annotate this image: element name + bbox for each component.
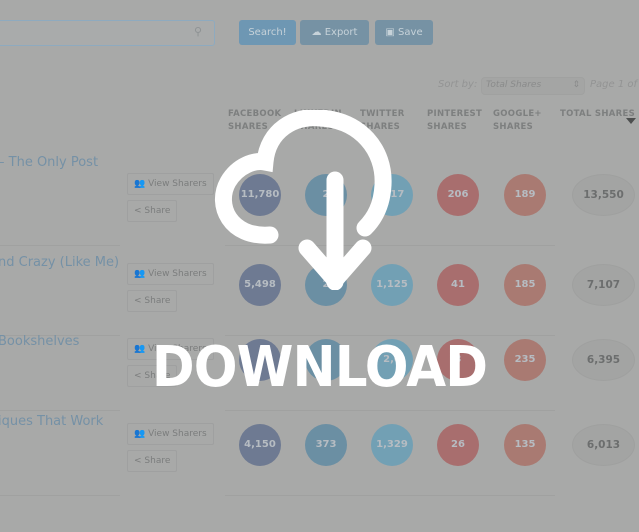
cloud-icon: ☁ bbox=[311, 27, 322, 38]
select-arrows-icon: ⇕ bbox=[572, 80, 580, 90]
total-shares-count: 6,013 bbox=[572, 424, 635, 466]
google-shares-count: 135 bbox=[504, 424, 546, 466]
users-icon: 👥 bbox=[134, 429, 146, 439]
save-button[interactable]: ▣ Save bbox=[375, 20, 433, 45]
column-header[interactable]: TOTAL SHARES bbox=[560, 108, 635, 121]
share-icon: < bbox=[134, 456, 142, 466]
cloud-download-icon[interactable] bbox=[210, 110, 430, 290]
post-title-link[interactable]: iques That Work bbox=[0, 414, 103, 429]
share-button[interactable]: < Share bbox=[127, 290, 178, 312]
floppy-icon: ▣ bbox=[385, 27, 395, 38]
sort-select[interactable]: Total Shares ⇕ bbox=[481, 77, 585, 95]
share-icon: < bbox=[134, 206, 142, 216]
save-label: Save bbox=[398, 27, 423, 38]
share-button[interactable]: < Share bbox=[127, 450, 178, 472]
search-input[interactable]: ⚲ bbox=[0, 20, 215, 46]
view-sharers-label: View Sharers bbox=[148, 429, 207, 439]
row-divider bbox=[225, 495, 555, 496]
row-divider bbox=[0, 410, 120, 411]
view-sharers-label: View Sharers bbox=[148, 179, 207, 189]
row-divider bbox=[225, 410, 555, 411]
twitter-shares-count: 1,329 bbox=[371, 424, 413, 466]
users-icon: 👥 bbox=[134, 269, 146, 279]
export-button[interactable]: ☁ Export bbox=[300, 20, 369, 45]
sort-selected: Total Shares bbox=[486, 80, 542, 90]
pinterest-shares-count: 26 bbox=[437, 424, 479, 466]
post-title-link[interactable]: nd Crazy (Like Me) bbox=[0, 255, 119, 270]
download-label[interactable]: DOWNLOAD bbox=[26, 335, 614, 400]
pinterest-shares-count: 41 bbox=[437, 264, 479, 306]
google-shares-count: 189 bbox=[504, 174, 546, 216]
view-sharers-button[interactable]: 👥 View Sharers bbox=[127, 173, 214, 195]
page-indicator: Page 1 of 3 bbox=[590, 79, 639, 90]
column-header[interactable]: GOOGLE+ SHARES bbox=[493, 108, 553, 134]
share-label: Share bbox=[144, 296, 171, 306]
total-shares-count: 13,550 bbox=[572, 174, 635, 216]
linkedin-shares-count: 373 bbox=[305, 424, 347, 466]
view-sharers-button[interactable]: 👥 View Sharers bbox=[127, 263, 214, 285]
share-button[interactable]: < Share bbox=[127, 200, 178, 222]
share-label: Share bbox=[144, 456, 171, 466]
row-divider bbox=[0, 495, 120, 496]
view-sharers-label: View Sharers bbox=[148, 269, 207, 279]
total-shares-count: 7,107 bbox=[572, 264, 635, 306]
post-title-link[interactable]: – The Only Post bbox=[0, 155, 98, 170]
search-button[interactable]: Search! bbox=[239, 20, 296, 45]
row-divider bbox=[0, 245, 120, 246]
share-label: Share bbox=[144, 206, 171, 216]
view-sharers-button[interactable]: 👥 View Sharers bbox=[127, 423, 214, 445]
google-shares-count: 185 bbox=[504, 264, 546, 306]
facebook-shares-count: 4,150 bbox=[239, 424, 281, 466]
column-header[interactable]: PINTEREST SHARES bbox=[427, 108, 487, 134]
export-label: Export bbox=[324, 27, 358, 38]
sort-desc-icon[interactable] bbox=[626, 118, 636, 124]
pinterest-shares-count: 206 bbox=[437, 174, 479, 216]
search-icon: ⚲ bbox=[193, 25, 202, 38]
users-icon: 👥 bbox=[134, 179, 146, 189]
share-icon: < bbox=[134, 296, 142, 306]
sort-label: Sort by: bbox=[438, 79, 478, 90]
